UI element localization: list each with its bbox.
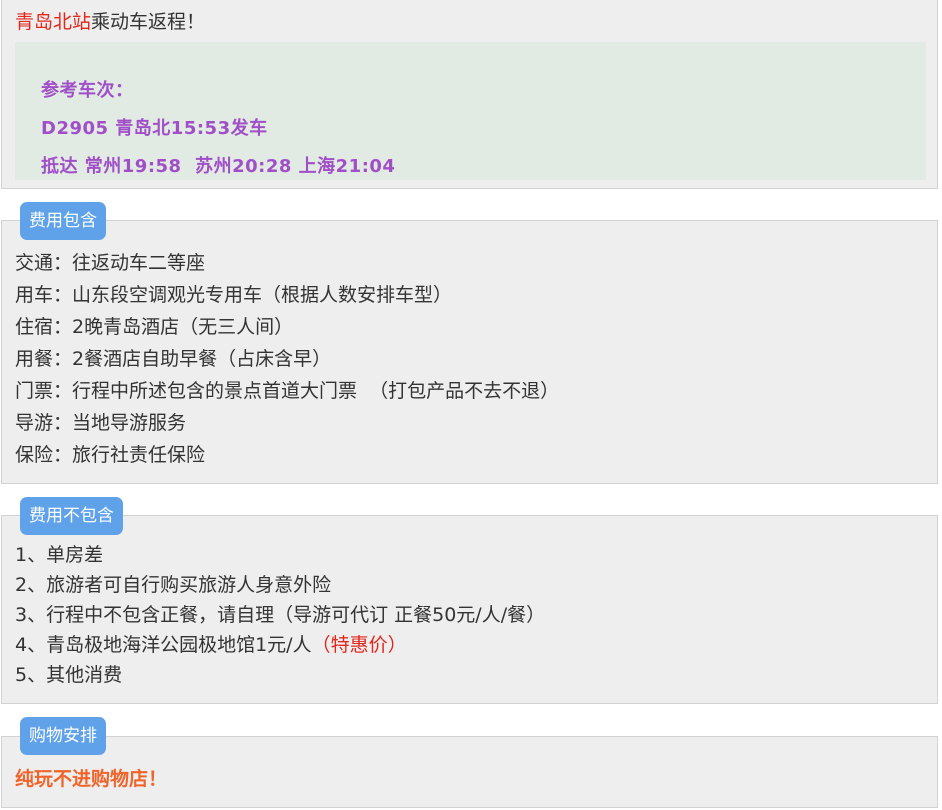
excluded-item-text: 4、青岛极地海洋公园极地馆1元/人 xyxy=(15,634,312,656)
reference-train: D2905 青岛北15:53发车 xyxy=(41,118,268,139)
shopping-text: 纯玩不进购物店！ xyxy=(15,768,168,790)
excluded-item: 4、青岛极地海洋公园极地馆1元/人（特惠价） xyxy=(15,630,924,660)
excluded-item: 5、其他消费 xyxy=(15,664,123,686)
included-item: 用车：山东段空调观光专用车（根据人数安排车型） xyxy=(15,284,453,306)
return-text: 乘动车返程！ xyxy=(91,11,206,33)
excluded-item: 3、行程中不包含正餐，请自理（导游可代订 正餐50元/人/餐） xyxy=(15,604,546,626)
excluded-item: 1、单房差 xyxy=(15,544,104,566)
reference-box: 参考车次： D2905 青岛北15:53发车 抵达 常州19:58 苏州20:2… xyxy=(15,42,926,180)
included-item: 导游：当地导游服务 xyxy=(15,412,187,434)
excluded-badge: 费用不包含 xyxy=(20,497,123,535)
shopping-section: 纯玩不进购物店！ xyxy=(1,736,938,808)
shopping-badge: 购物安排 xyxy=(20,717,106,755)
return-section: 青岛北站乘动车返程！ 参考车次： D2905 青岛北15:53发车 抵达 常州1… xyxy=(1,0,938,189)
included-section: 交通：往返动车二等座 用车：山东段空调观光专用车（根据人数安排车型） 住宿：2晚… xyxy=(1,220,938,484)
special-price-note: （特惠价） xyxy=(311,634,407,656)
included-item: 门票：行程中所述包含的景点首道大门票 （打包产品不去不退） xyxy=(15,380,560,402)
included-badge: 费用包含 xyxy=(20,202,106,240)
included-item: 住宿：2晚青岛酒店（无三人间） xyxy=(15,316,294,338)
included-item: 用餐：2餐酒店自助早餐（占床含早） xyxy=(15,348,332,370)
excluded-section: 1、单房差 2、旅游者可自行购买旅游人身意外险 3、行程中不包含正餐，请自理（导… xyxy=(1,515,938,704)
included-item: 交通：往返动车二等座 xyxy=(15,252,206,274)
return-line: 青岛北站乘动车返程！ xyxy=(15,8,924,36)
reference-arrival: 抵达 常州19:58 苏州20:28 上海21:04 xyxy=(41,156,396,177)
included-item: 保险：旅行社责任保险 xyxy=(15,444,206,466)
station-name: 青岛北站 xyxy=(15,11,92,33)
excluded-item: 2、旅游者可自行购买旅游人身意外险 xyxy=(15,574,332,596)
reference-title: 参考车次： xyxy=(41,80,134,101)
